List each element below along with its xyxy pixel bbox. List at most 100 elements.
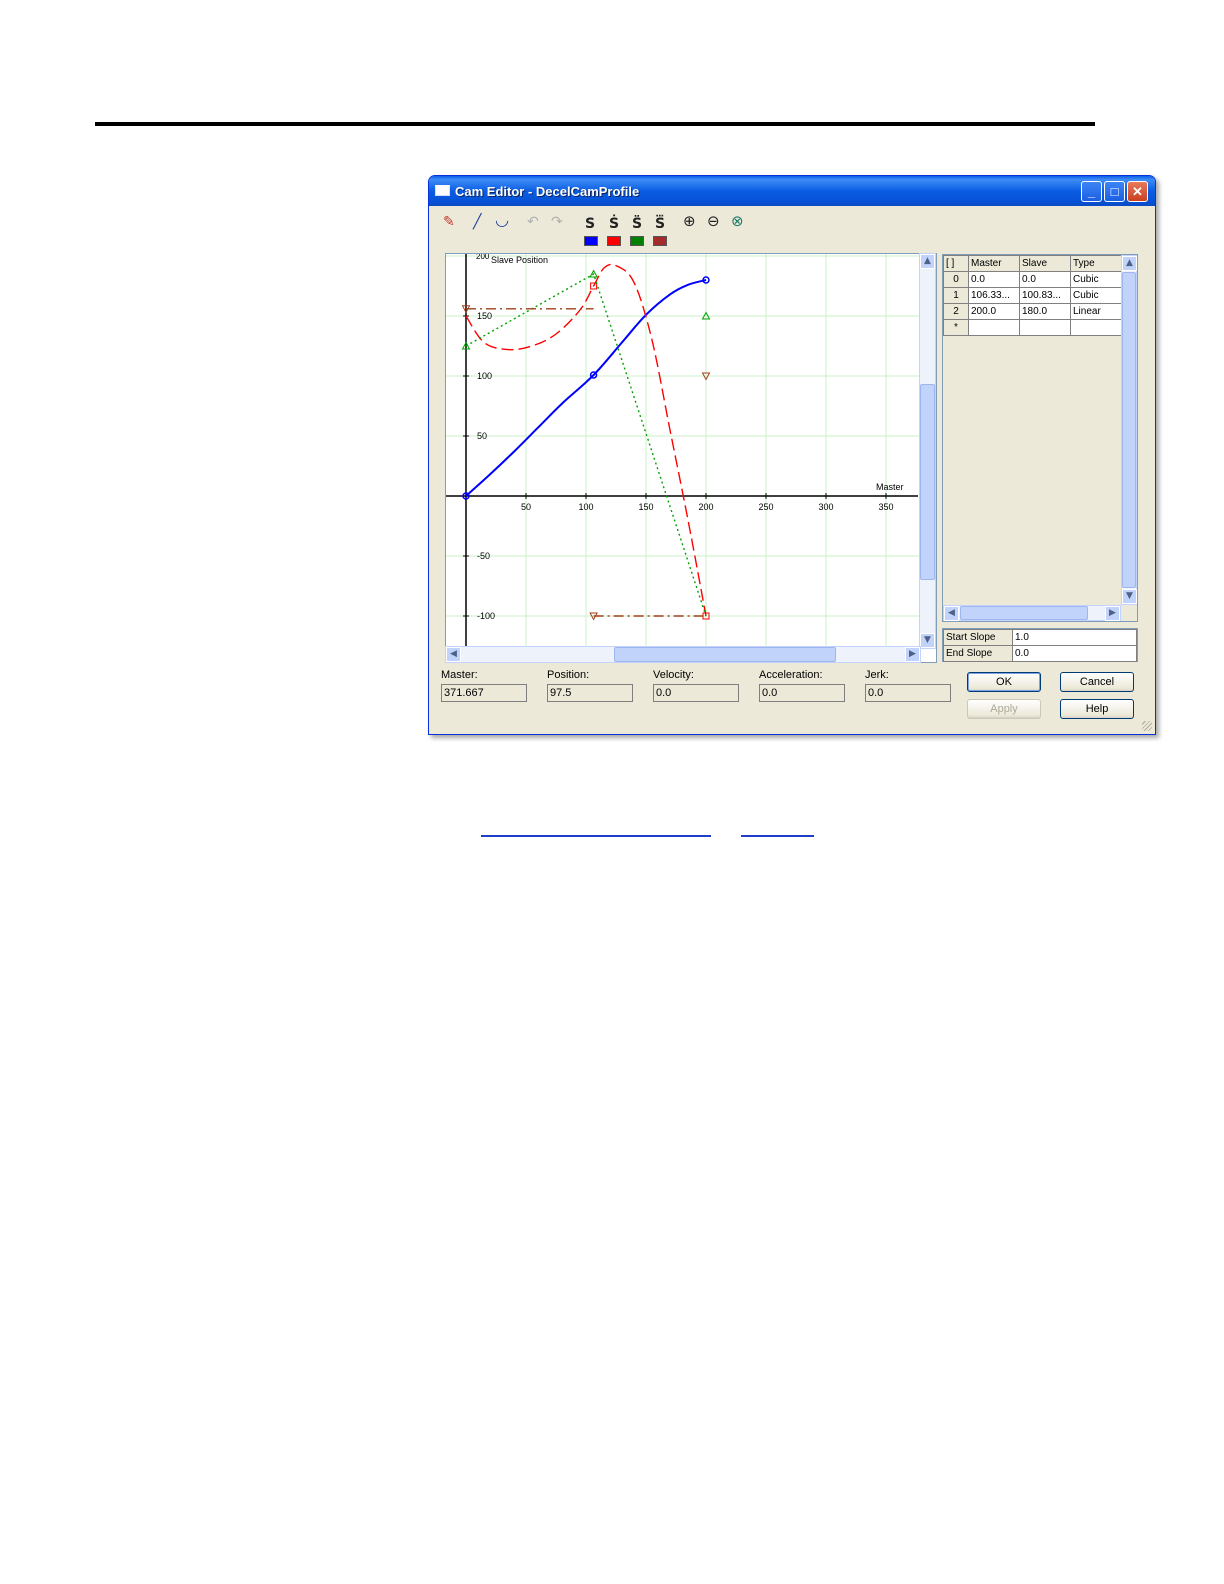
zoom-fit-icon[interactable]: ⊗ xyxy=(731,213,744,229)
cam-points-table[interactable]: [ ] Master Slave Type 0 0.0 0.0 Cubic 1 … xyxy=(942,254,1138,622)
x-tick-label: 350 xyxy=(878,502,893,512)
resize-grip-icon[interactable] xyxy=(1142,721,1152,731)
position-series-button[interactable]: S xyxy=(585,216,595,232)
end-slope-label: End Slope xyxy=(943,645,1013,662)
y-tick-label: 150 xyxy=(477,311,492,321)
position-label: Position: xyxy=(547,669,590,681)
x-tick-label: 100 xyxy=(578,502,593,512)
title-bar[interactable]: Cam Editor - DecelCamProfile _ □ ✕ xyxy=(429,176,1155,206)
window-title: Cam Editor - DecelCamProfile xyxy=(455,184,640,199)
scroll-up-button[interactable]: ▲ xyxy=(1122,256,1137,271)
velocity-color-swatch[interactable] xyxy=(607,236,621,246)
table-horizontal-scrollbar[interactable]: ◀ ▶ xyxy=(943,605,1121,621)
underline-link-2[interactable] xyxy=(741,835,814,837)
maximize-button[interactable]: □ xyxy=(1104,181,1125,202)
zoom-out-icon[interactable]: ⊖ xyxy=(707,213,720,229)
scroll-down-button[interactable]: ▼ xyxy=(1122,589,1137,604)
scroll-thumb[interactable] xyxy=(960,606,1088,620)
scroll-up-button[interactable]: ▲ xyxy=(920,254,935,269)
chart-horizontal-scrollbar[interactable]: ◀ ▶ xyxy=(445,646,921,663)
type-cell[interactable]: Cubic xyxy=(1070,271,1122,288)
table-header-type[interactable]: Type xyxy=(1070,255,1122,272)
scroll-thumb[interactable] xyxy=(614,647,836,662)
y-tick-label: 200 xyxy=(476,254,490,261)
master-field: 371.667 xyxy=(441,684,527,702)
master-cell[interactable]: 200.0 xyxy=(968,303,1020,320)
start-slope-label: Start Slope xyxy=(943,629,1013,646)
table-vertical-scrollbar[interactable]: ▲ ▼ xyxy=(1121,255,1137,605)
zoom-in-icon[interactable]: ⊕ xyxy=(683,213,696,229)
start-slope-input[interactable]: 1.0 xyxy=(1012,629,1137,646)
scroll-right-button[interactable]: ▶ xyxy=(1105,606,1120,621)
table-header-slave[interactable]: Slave xyxy=(1019,255,1071,272)
scroll-left-button[interactable]: ◀ xyxy=(944,606,959,621)
type-cell[interactable]: Linear xyxy=(1070,303,1122,320)
cam-profile-chart[interactable]: 50 100 150 200 250 300 350 150 100 50 -50 -100 200 Sl… xyxy=(445,253,937,663)
velocity-field: 0.0 xyxy=(653,684,739,702)
pen-icon[interactable]: ✎ xyxy=(443,214,455,230)
row-index[interactable]: * xyxy=(943,319,969,336)
type-cell[interactable]: Cubic xyxy=(1070,287,1122,304)
cam-editor-window: Cam Editor - DecelCamProfile _ □ ✕ ✎ ╱ ◡… xyxy=(428,175,1156,735)
end-slope-input[interactable]: 0.0 xyxy=(1012,645,1137,662)
row-index[interactable]: 2 xyxy=(943,303,969,320)
table-header-index[interactable]: [ ] xyxy=(943,255,969,272)
acceleration-series-button[interactable]: S̈ xyxy=(632,216,642,232)
curve-icon[interactable]: ◡ xyxy=(495,212,509,228)
row-index[interactable]: 0 xyxy=(943,271,969,288)
jerk-label: Jerk: xyxy=(865,669,889,681)
table-header-master[interactable]: Master xyxy=(968,255,1020,272)
y-tick-label: -100 xyxy=(477,611,495,621)
y-axis-label: Slave Position xyxy=(491,255,548,265)
table-row[interactable]: 0 0.0 0.0 Cubic xyxy=(943,271,1122,288)
toolbar: ✎ ╱ ◡ ↶ ↷ S Ṡ S̈ S⃛ ⊕ ⊖ ⊗ xyxy=(429,206,1155,254)
slave-cell[interactable]: 100.83... xyxy=(1019,287,1071,304)
undo-icon[interactable]: ↶ xyxy=(527,214,539,230)
table-row[interactable]: 2 200.0 180.0 Linear xyxy=(943,303,1122,320)
scroll-left-button[interactable]: ◀ xyxy=(446,647,461,662)
line-icon[interactable]: ╱ xyxy=(473,214,481,230)
minimize-button[interactable]: _ xyxy=(1081,181,1102,202)
underline-link-1[interactable] xyxy=(481,835,711,837)
slope-table: Start Slope 1.0 End Slope 0.0 xyxy=(942,628,1138,662)
velocity-series-button[interactable]: Ṡ xyxy=(609,216,619,232)
scroll-thumb[interactable] xyxy=(1122,272,1136,588)
acceleration-label: Acceleration: xyxy=(759,669,823,681)
ok-button[interactable]: OK xyxy=(967,672,1041,692)
x-tick-label: 150 xyxy=(638,502,653,512)
scroll-thumb[interactable] xyxy=(920,384,935,580)
table-row[interactable]: 1 106.33... 100.83... Cubic xyxy=(943,287,1122,304)
window-icon xyxy=(435,185,450,196)
jerk-color-swatch[interactable] xyxy=(653,236,667,246)
position-field: 97.5 xyxy=(547,684,633,702)
scroll-right-button[interactable]: ▶ xyxy=(905,647,920,662)
scroll-down-button[interactable]: ▼ xyxy=(920,633,935,648)
cancel-button[interactable]: Cancel xyxy=(1060,672,1134,692)
jerk-field: 0.0 xyxy=(865,684,951,702)
y-tick-label: 50 xyxy=(477,431,487,441)
x-tick-label: 250 xyxy=(758,502,773,512)
master-cell[interactable]: 106.33... xyxy=(968,287,1020,304)
type-cell[interactable] xyxy=(1070,319,1122,336)
master-cell[interactable]: 0.0 xyxy=(968,271,1020,288)
chart-vertical-scrollbar[interactable]: ▲ ▼ xyxy=(919,253,936,649)
master-label: Master: xyxy=(441,669,478,681)
jerk-series-button[interactable]: S⃛ xyxy=(655,216,665,232)
close-button[interactable]: ✕ xyxy=(1127,181,1148,202)
slave-cell[interactable] xyxy=(1019,319,1071,336)
acceleration-color-swatch[interactable] xyxy=(630,236,644,246)
y-tick-label: 100 xyxy=(477,371,492,381)
slave-cell[interactable]: 180.0 xyxy=(1019,303,1071,320)
redo-icon[interactable]: ↷ xyxy=(551,214,563,230)
apply-button[interactable]: Apply xyxy=(967,699,1041,719)
y-tick-label: -50 xyxy=(477,551,490,561)
help-button[interactable]: Help xyxy=(1060,699,1134,719)
slave-cell[interactable]: 0.0 xyxy=(1019,271,1071,288)
table-row-new[interactable]: * xyxy=(943,319,1122,336)
x-axis-label: Master xyxy=(876,482,904,492)
page-top-rule xyxy=(95,122,1095,126)
position-color-swatch[interactable] xyxy=(584,236,598,246)
master-cell[interactable] xyxy=(968,319,1020,336)
velocity-label: Velocity: xyxy=(653,669,694,681)
row-index[interactable]: 1 xyxy=(943,287,969,304)
